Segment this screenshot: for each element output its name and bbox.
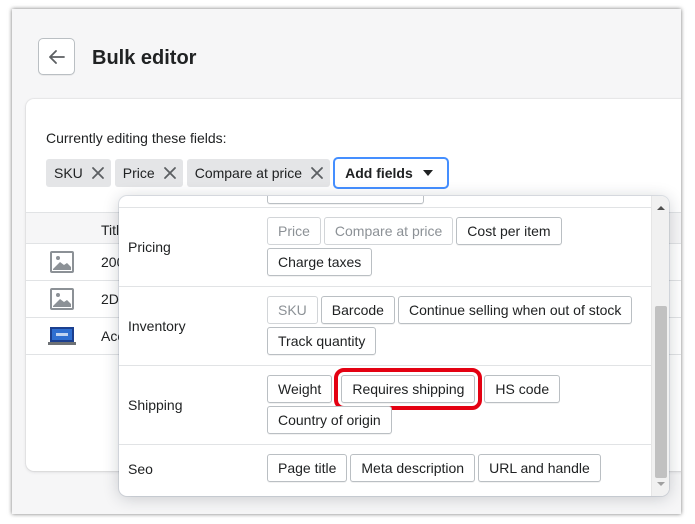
scroll-up-icon[interactable]	[657, 204, 665, 212]
field-page-title[interactable]: Page title	[267, 454, 348, 482]
section-shipping: Shipping Weight Requires shipping HS cod…	[119, 366, 651, 445]
field-chips: Price Compare at price Cost per item Cha…	[267, 217, 647, 276]
tag-compare-at-price: Compare at price	[186, 159, 331, 187]
close-icon[interactable]	[310, 166, 324, 180]
app-window: Bulk editor Currently editing these fiel…	[12, 9, 681, 514]
tag-price: Price	[114, 159, 183, 187]
arrow-left-icon	[48, 49, 65, 64]
field-country-of-origin[interactable]: Country of origin	[267, 406, 392, 434]
tag-label: SKU	[54, 165, 83, 181]
dropdown-scrollbar[interactable]	[651, 196, 669, 496]
field-track-quantity[interactable]: Track quantity	[267, 327, 377, 355]
section-label: Seo	[128, 461, 153, 477]
section-pricing: Pricing Price Compare at price Cost per …	[119, 208, 651, 287]
tag-label: Price	[122, 165, 155, 181]
tag-label: Compare at price	[194, 165, 303, 181]
section-seo: Seo Page title Meta description URL and …	[119, 445, 651, 496]
add-fields-label: Add fields	[345, 165, 413, 181]
field-chips: SKU Barcode Continue selling when out of…	[267, 296, 647, 355]
field-charge-taxes[interactable]: Charge taxes	[267, 248, 373, 276]
image-placeholder-icon	[50, 288, 74, 310]
add-fields-button[interactable]: Add fields	[334, 158, 448, 188]
section-partial-top	[119, 196, 651, 208]
field-requires-shipping[interactable]: Requires shipping	[334, 368, 483, 410]
tag-sku: SKU	[46, 159, 111, 187]
partial-field-chip[interactable]	[267, 196, 424, 204]
field-hs-code[interactable]: HS code	[484, 375, 561, 403]
field-chips: Page title Meta description URL and hand…	[267, 454, 647, 482]
section-label: Inventory	[128, 318, 186, 334]
editing-tags: SKU Price Compare at price Add fields	[46, 158, 448, 188]
laptop-thumbnail	[48, 327, 76, 345]
add-fields-dropdown: Pricing Price Compare at price Cost per …	[119, 196, 669, 496]
editing-fields-label: Currently editing these fields:	[46, 130, 227, 146]
field-url-and-handle[interactable]: URL and handle	[478, 454, 601, 482]
field-chips: Weight Requires shipping HS code Country…	[267, 368, 647, 434]
image-placeholder-icon	[50, 251, 74, 273]
field-meta-description[interactable]: Meta description	[350, 454, 476, 482]
field-price: Price	[267, 217, 321, 245]
field-weight[interactable]: Weight	[267, 375, 333, 403]
back-button[interactable]	[38, 38, 75, 75]
scrollbar-thumb[interactable]	[655, 306, 667, 478]
field-compare-at-price: Compare at price	[323, 217, 454, 245]
section-label: Shipping	[128, 397, 183, 413]
section-inventory: Inventory SKU Barcode Continue selling w…	[119, 287, 651, 366]
field-sku: SKU	[267, 296, 318, 324]
close-icon[interactable]	[163, 166, 177, 180]
close-icon[interactable]	[91, 166, 105, 180]
scroll-down-icon[interactable]	[657, 480, 665, 488]
section-label: Pricing	[128, 239, 171, 255]
page-title: Bulk editor	[92, 47, 197, 69]
caret-down-icon	[422, 170, 433, 176]
dropdown-scroll-area: Pricing Price Compare at price Cost per …	[119, 196, 651, 496]
field-cost-per-item[interactable]: Cost per item	[456, 217, 562, 245]
field-barcode[interactable]: Barcode	[320, 296, 395, 324]
field-continue-selling[interactable]: Continue selling when out of stock	[397, 296, 633, 324]
